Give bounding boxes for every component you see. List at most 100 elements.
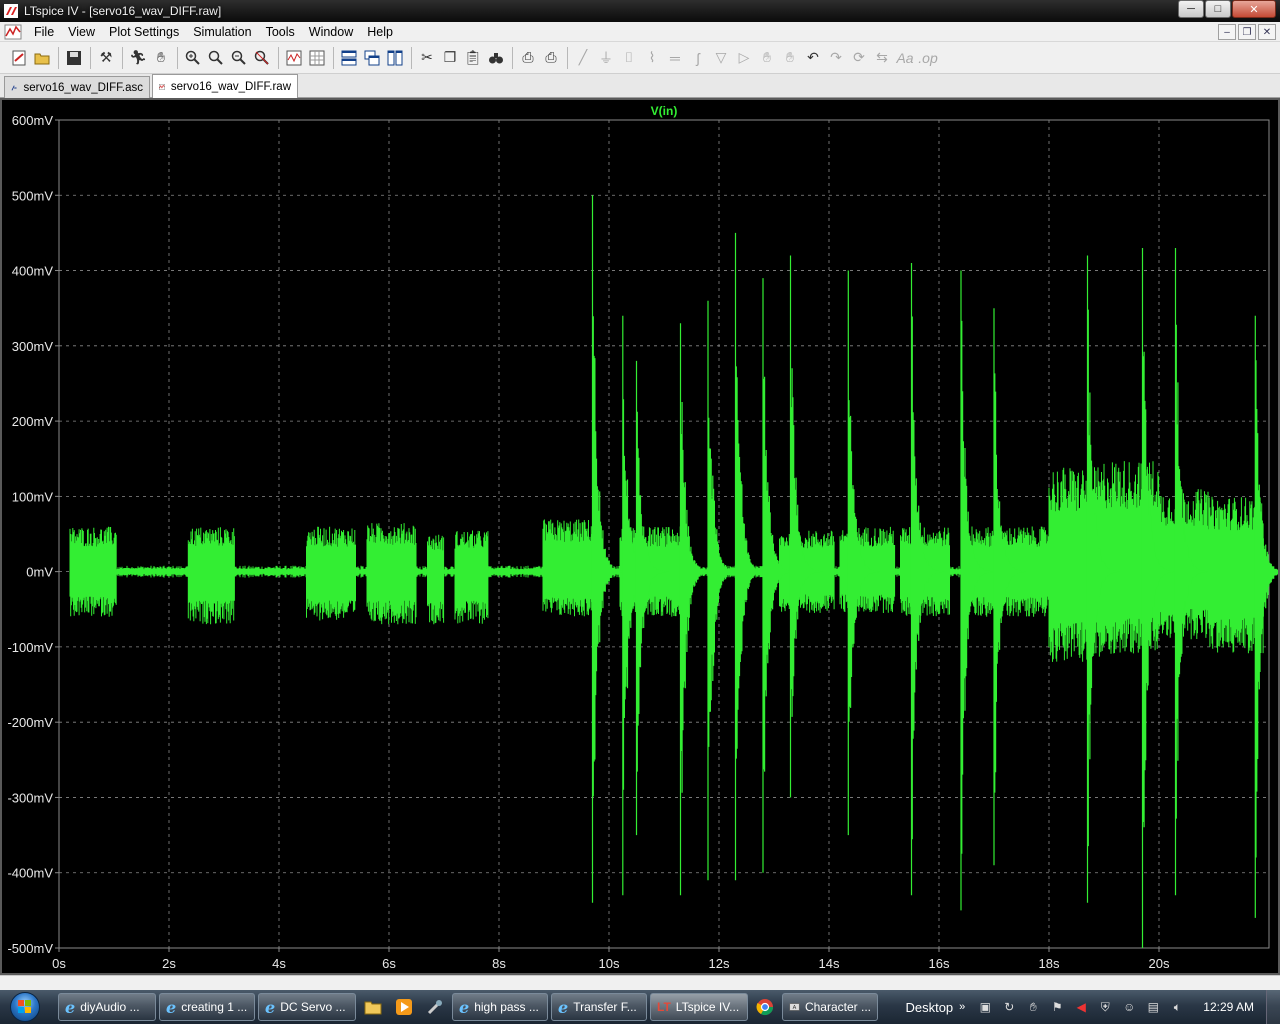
menu-view[interactable]: View	[61, 25, 102, 39]
menu-simulation[interactable]: Simulation	[186, 25, 258, 39]
windows-logo-icon	[18, 1000, 31, 1013]
network-icon[interactable]: ▤	[1145, 999, 1161, 1015]
text-icon[interactable]: Aa	[894, 47, 916, 69]
flag-icon[interactable]: ⚑	[1049, 999, 1065, 1015]
waveform-plot[interactable]: V(in) 600mV 500mV 400mV 300mV 200mV 100mV 0mV -…	[0, 98, 1280, 975]
undo-icon[interactable]: ↶	[802, 47, 824, 69]
trace-spike	[1254, 315, 1278, 918]
taskbar-button-character-map[interactable]: A Character ...	[782, 993, 878, 1021]
trace-spike	[707, 300, 740, 881]
print-setup-icon[interactable]: ⎙	[517, 47, 539, 69]
tool-icon[interactable]	[421, 993, 449, 1021]
menu-help[interactable]: Help	[360, 25, 400, 39]
volume-icon[interactable]: 🔈︎	[1169, 999, 1185, 1015]
maximize-button[interactable]: □	[1205, 0, 1231, 18]
start-button[interactable]	[6, 990, 46, 1024]
waveform-icon	[159, 83, 165, 90]
mdi-close-button[interactable]: ✕	[1258, 24, 1276, 40]
title-bar[interactable]: LTspice IV - [servo16_wav_DIFF.raw] ─ □ …	[0, 0, 1280, 22]
mdi-minimize-button[interactable]: –	[1218, 24, 1236, 40]
mirror-icon[interactable]: ⇆	[871, 47, 893, 69]
open-icon[interactable]	[31, 47, 53, 69]
chrome-icon[interactable]	[751, 993, 779, 1021]
sync-tray-icon[interactable]: ↻	[1001, 999, 1017, 1015]
zoom-out-icon[interactable]	[228, 47, 250, 69]
ground-icon[interactable]: ⏚	[595, 47, 617, 69]
inductor-icon[interactable]: ʃ	[687, 47, 709, 69]
label-icon[interactable]: ⌷	[618, 47, 640, 69]
speaker-muted-tray-icon[interactable]: ◀	[1073, 999, 1089, 1015]
taskbar-button-diyaudio[interactable]: e diyAudio ...	[58, 993, 156, 1021]
x-tick-label: 8s	[492, 956, 506, 971]
x-tick-label: 16s	[929, 956, 950, 971]
window-title: LTspice IV - [servo16_wav_DIFF.raw]	[24, 4, 222, 18]
y-tick-label: 600mV	[12, 113, 54, 128]
cascade-icon[interactable]	[361, 47, 383, 69]
explorer-icon[interactable]	[359, 993, 387, 1021]
move-icon[interactable]: ✋︎	[756, 47, 778, 69]
taskbar-button-high-pass[interactable]: e high pass ...	[452, 993, 548, 1021]
show-desktop-button[interactable]	[1266, 990, 1280, 1024]
app-tray-icon[interactable]: ▣	[977, 999, 993, 1015]
redo-icon[interactable]: ↷	[825, 47, 847, 69]
find-icon[interactable]	[485, 47, 507, 69]
menu-plot-settings[interactable]: Plot Settings	[102, 25, 186, 39]
spice-directive-icon[interactable]: .op	[917, 47, 939, 69]
taskbar-label: high pass ...	[474, 1000, 539, 1014]
autorange-icon[interactable]	[283, 47, 305, 69]
menu-window[interactable]: Window	[302, 25, 360, 39]
taskbar-button-dc-servo[interactable]: e DC Servo ...	[258, 993, 356, 1021]
tab-waveform[interactable]: servo16_wav_DIFF.raw	[152, 74, 298, 98]
diode-icon[interactable]: ▽	[710, 47, 732, 69]
taskbar-button-ltspice[interactable]: LT LTspice IV...	[650, 993, 748, 1021]
media-player-icon[interactable]	[390, 993, 418, 1021]
print-icon[interactable]: ⎙	[540, 47, 562, 69]
shield-icon[interactable]: ⛨	[1097, 999, 1113, 1015]
taskbar-button-creating[interactable]: e creating 1 ...	[159, 993, 255, 1021]
zoom-fit-icon[interactable]	[251, 47, 273, 69]
desktop-toolbar-label[interactable]: Desktop	[905, 1000, 953, 1015]
save-icon[interactable]	[63, 47, 85, 69]
mdi-restore-button[interactable]: ❐	[1238, 24, 1256, 40]
zoom-area-icon[interactable]	[205, 47, 227, 69]
taskbar-button-transfer[interactable]: e Transfer F...	[551, 993, 647, 1021]
pan-icon[interactable]: ✋︎	[150, 47, 172, 69]
run-icon[interactable]: 🏃︎	[127, 47, 149, 69]
waveform-chart[interactable]: V(in) 600mV 500mV 400mV 300mV 200mV 100mV 0mV -…	[2, 100, 1278, 973]
toolbar-expand-icon[interactable]: »	[959, 1001, 965, 1013]
hand-tray-icon[interactable]: ✋︎	[1025, 999, 1041, 1015]
minimize-button[interactable]: ─	[1178, 0, 1204, 18]
toolbar-separator	[177, 46, 178, 69]
document-icon[interactable]	[3, 23, 23, 41]
zoom-in-icon[interactable]	[182, 47, 204, 69]
drag-icon[interactable]: ✋︎	[779, 47, 801, 69]
taskbar-label: Transfer F...	[573, 1000, 637, 1014]
y-tick-label: -100mV	[7, 640, 53, 655]
wire-icon[interactable]: ╱	[572, 47, 594, 69]
rotate-icon[interactable]: ⟳	[848, 47, 870, 69]
cut-icon[interactable]: ✂	[416, 47, 438, 69]
paste-icon[interactable]: 📋︎	[462, 47, 484, 69]
grid-icon[interactable]	[306, 47, 328, 69]
control-panel-icon[interactable]: ⚒	[95, 47, 117, 69]
taskbar-label: LTspice IV...	[675, 1000, 740, 1014]
new-schematic-icon[interactable]	[8, 47, 30, 69]
y-tick-label: 0mV	[26, 565, 53, 580]
x-tick-label: 14s	[819, 956, 840, 971]
y-tick-label: -200mV	[7, 715, 53, 730]
menu-file[interactable]: File	[27, 25, 61, 39]
user-tray-icon[interactable]: ☺	[1121, 999, 1137, 1015]
clock[interactable]: 12:29 AM	[1203, 1000, 1254, 1014]
trace-title[interactable]: V(in)	[651, 104, 678, 118]
trace-burst	[187, 527, 235, 625]
capacitor-icon[interactable]: ═	[664, 47, 686, 69]
tile-vertical-icon[interactable]	[384, 47, 406, 69]
resistor-icon[interactable]: ⌇	[641, 47, 663, 69]
trace-spike	[789, 255, 823, 798]
tab-schematic[interactable]: servo16_wav_DIFF.asc	[4, 76, 150, 98]
copy-icon[interactable]: ❐	[439, 47, 461, 69]
menu-tools[interactable]: Tools	[259, 25, 302, 39]
tile-horizontal-icon[interactable]	[338, 47, 360, 69]
component-icon[interactable]: ▷	[733, 47, 755, 69]
close-button[interactable]: ✕	[1232, 0, 1276, 18]
